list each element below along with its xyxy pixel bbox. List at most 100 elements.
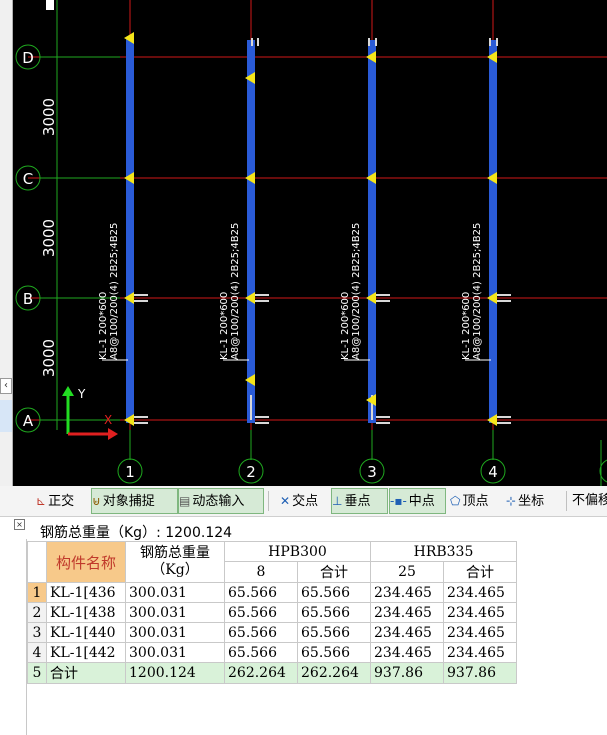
magnet-icon: ⊌ [92,494,101,508]
header-hpb-sum[interactable]: 合计 [297,561,371,583]
cell-hpb-sum[interactable]: 262.264 [297,662,371,684]
beam-KL-1-axis-2[interactable] [247,40,255,423]
cell-hpb-8[interactable]: 65.566 [224,622,298,643]
perpendicular-icon: ⊥ [332,494,343,508]
rebar-weight-table: 构件名称 钢筋总重量 （Kg） HPB300 HRB335 8 合计 25 合计… [27,541,517,684]
table-row[interactable]: 2 KL-1[438 300.031 65.566 65.566 234.465… [27,602,517,623]
cell-hrb-25[interactable]: 937.86 [370,662,444,684]
left-panel-selection [0,400,12,432]
vertex-label: 顶点 [462,494,489,509]
dynamic-input-label: 动态输入 [192,494,245,509]
cell-hrb-25[interactable]: 234.465 [370,622,444,643]
header-diameter-8[interactable]: 8 [224,561,298,583]
vertex-snap[interactable]: ⬠ 顶点 [450,489,488,513]
panel-close-icon[interactable]: × [14,519,25,530]
intersection-icon: ✕ [280,494,291,508]
cell-hpb-8[interactable]: 65.566 [224,602,298,623]
cell-component-name[interactable]: KL-1[440 [46,622,126,643]
span-dimension: 3000 [40,219,58,257]
cell-hrb-25[interactable]: 234.465 [370,602,444,623]
beam-annotation-name: KL-1 200*600 [98,292,109,360]
coordinate-snap[interactable]: ⊹ 坐标 [506,489,544,513]
header-hrb335[interactable]: HRB335 [370,541,517,562]
cell-hpb-8[interactable]: 65.566 [224,582,298,603]
intersection-label: 交点 [292,494,319,509]
ucs-x-label: X [104,413,112,427]
row-number: 1 [27,582,47,603]
beam-annotation-rebar: A8@100/200(4) 2B25;4B25 [472,223,483,360]
midpoint-icon: -▪- [390,494,407,508]
coordinate-label: 坐标 [518,494,545,509]
ortho-label: 正交 [48,494,75,509]
cell-hpb-sum[interactable]: 65.566 [297,622,371,643]
midpoint-snap[interactable]: -▪- 中点 [389,488,446,514]
table-row[interactable]: 3 KL-1[440 300.031 65.566 65.566 234.465… [27,622,517,643]
cell-hpb-sum[interactable]: 65.566 [297,602,371,623]
row-number: 5 [27,662,47,684]
snap-toolbar: ⊾ 正交 ⊌ 对象捕捉 ▤ 动态输入 ✕ 交点 ⊥ 垂点 -▪- 中点 ⬠ 顶点 ⊹ 坐标 不偏… [0,486,607,517]
ucs-y-label: Y [77,387,86,401]
cell-total-weight[interactable]: 300.031 [125,602,225,623]
drawing-svg[interactable]: D C B A 1 2 3 4 3000 3000 3000 KL-1 200*… [0,0,607,486]
ortho-toggle[interactable]: ⊾ 正交 [36,489,74,513]
perpendicular-snap[interactable]: ⊥ 垂点 [331,488,388,514]
header-diameter-25[interactable]: 25 [370,561,444,583]
dimension-text-fragment [46,0,54,10]
cell-hpb-8[interactable]: 262.264 [224,662,298,684]
span-dimension: 3000 [40,98,58,136]
beam-annotation-rebar: A8@100/200(4) 2B25;4B25 [230,223,241,360]
cad-drawing-canvas[interactable]: D C B A 1 2 3 4 3000 3000 3000 KL-1 200*… [0,0,607,486]
left-side-panel: ‹ [0,0,13,486]
beam-annotation-name: KL-1 200*600 [340,292,351,360]
cell-total-weight[interactable]: 300.031 [125,622,225,643]
cell-hrb-sum[interactable]: 234.465 [443,622,517,643]
row-number: 4 [27,642,47,663]
cell-hrb-sum[interactable]: 937.86 [443,662,517,684]
perpendicular-label: 垂点 [344,494,371,509]
beam-KL-1-axis-4[interactable] [489,40,497,423]
axis-label-B: B [23,290,33,308]
cell-component-name[interactable]: KL-1[438 [46,602,126,623]
ortho-icon: ⊾ [36,494,47,508]
cell-hrb-sum[interactable]: 234.465 [443,602,517,623]
table-row[interactable]: 1 KL-1[436 300.031 65.566 65.566 234.465… [27,582,517,603]
cell-hpb-8[interactable]: 65.566 [224,642,298,663]
cell-hrb-25[interactable]: 234.465 [370,582,444,603]
beam-annotation-rebar: A8@100/200(4) 2B25;4B25 [109,223,120,360]
header-hpb300[interactable]: HPB300 [224,541,371,562]
table-row[interactable]: 4 KL-1[442 300.031 65.566 65.566 234.465… [27,642,517,663]
header-total-weight[interactable]: 钢筋总重量 （Kg） [125,541,225,583]
coordinate-icon: ⊹ [506,494,517,508]
table-total-row[interactable]: 5 合计 1200.124 262.264 262.264 937.86 937… [27,662,517,684]
cell-hpb-sum[interactable]: 65.566 [297,582,371,603]
beam-KL-1-axis-3[interactable] [368,40,376,423]
dynamic-input-toggle[interactable]: ▤ 动态输入 [178,488,264,514]
cell-hrb-sum[interactable]: 234.465 [443,582,517,603]
cell-component-name[interactable]: KL-1[442 [46,642,126,663]
beam-KL-1-axis-1[interactable] [126,38,134,423]
row-number: 3 [27,622,47,643]
table-header-row: 构件名称 钢筋总重量 （Kg） HPB300 HRB335 [27,541,517,583]
cell-component-name[interactable]: KL-1[436 [46,582,126,603]
keyboard-icon: ▤ [179,494,191,508]
axis-label-C: C [23,170,33,188]
collapse-arrow-icon[interactable]: ‹ [0,378,12,394]
header-hrb-sum[interactable]: 合计 [443,561,517,583]
axis-label-1: 1 [125,463,135,481]
object-snap-toggle[interactable]: ⊌ 对象捕捉 [91,488,178,514]
intersection-snap[interactable]: ✕ 交点 [280,489,318,513]
cell-hrb-25[interactable]: 234.465 [370,642,444,663]
axis-label-A: A [23,412,34,430]
header-component-name[interactable]: 构件名称 [46,541,126,583]
cell-total-weight[interactable]: 300.031 [125,642,225,663]
axis-label-D: D [22,49,34,67]
beam-annotation-name: KL-1 200*600 [219,292,230,360]
beam-annotation-name: KL-1 200*600 [461,292,472,360]
cell-total-weight[interactable]: 1200.124 [125,662,225,684]
cell-hrb-sum[interactable]: 234.465 [443,642,517,663]
cell-total-weight[interactable]: 300.031 [125,582,225,603]
total-weight-label: 钢筋总重量（Kg）: 1200.124 [40,525,233,541]
cell-hpb-sum[interactable]: 65.566 [297,642,371,663]
no-offset-toggle[interactable]: 不偏移 [572,489,607,513]
cell-component-name[interactable]: 合计 [46,662,126,684]
